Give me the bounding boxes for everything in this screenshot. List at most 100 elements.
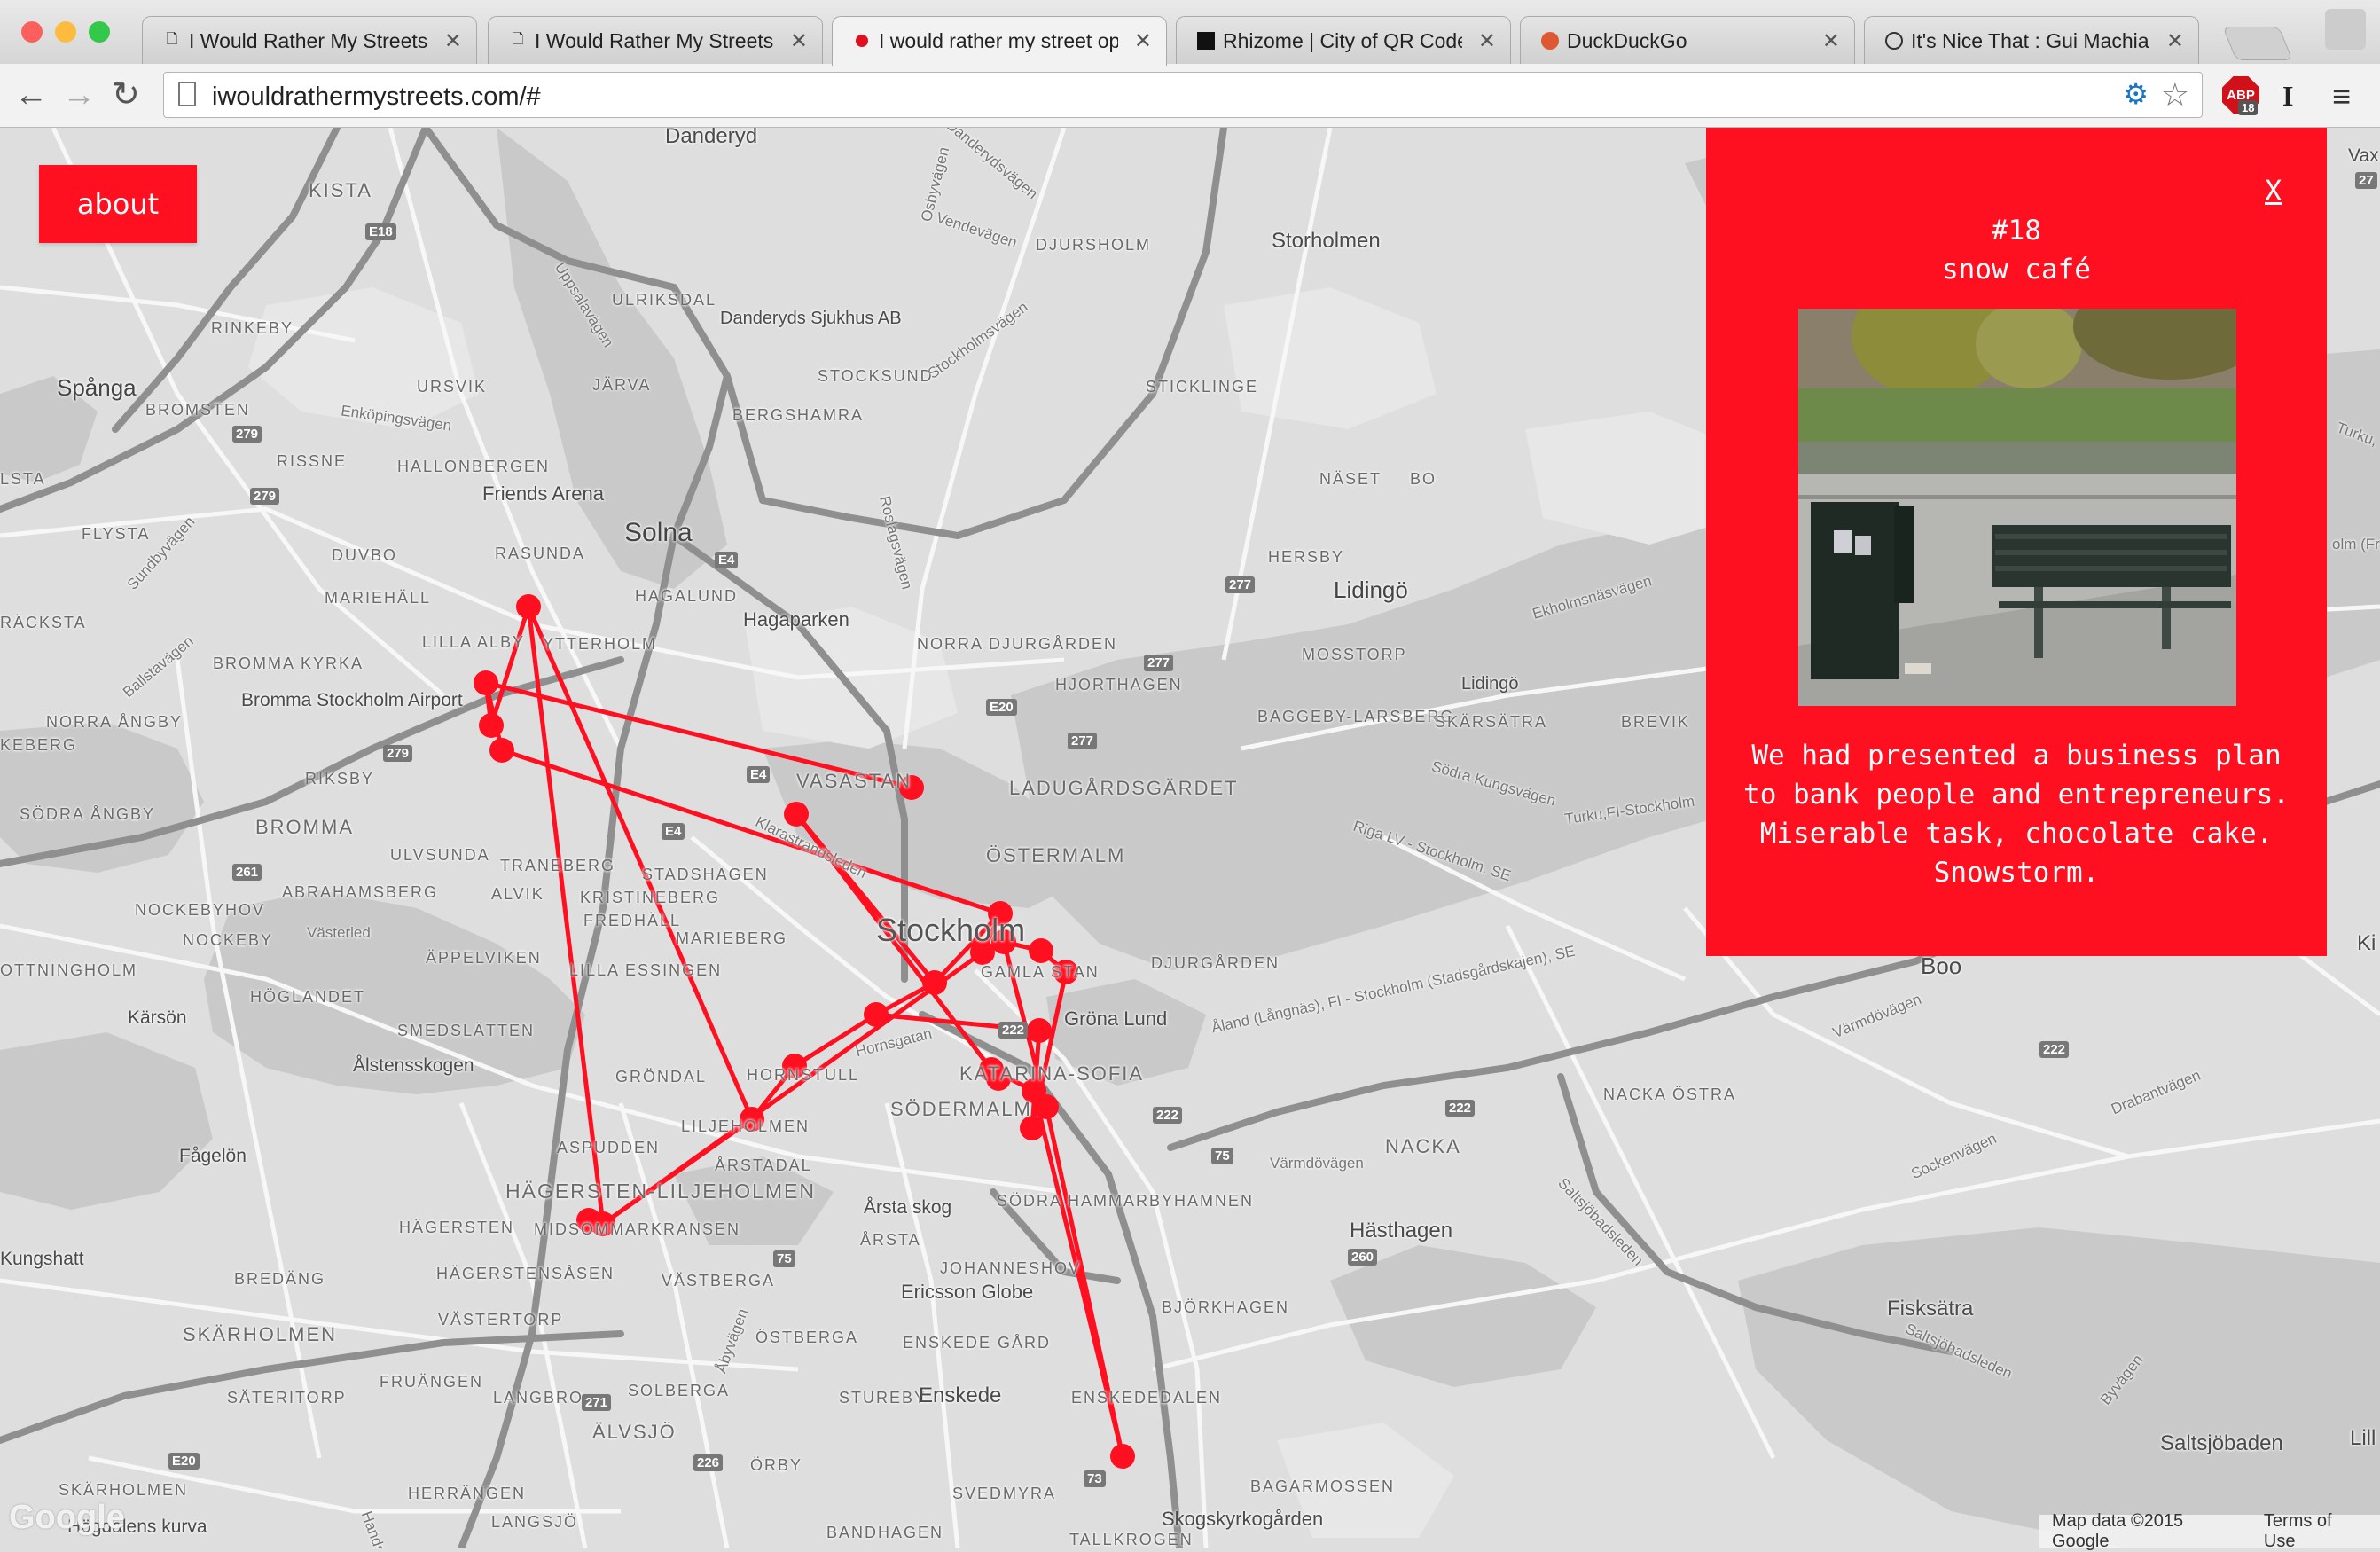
location-marker[interactable] (784, 802, 809, 827)
browser-tab-active[interactable]: I would rather my street op ✕ (832, 16, 1167, 66)
url-text[interactable]: iwouldrathermystreets.com/# (212, 82, 541, 112)
route-shield: 75 (773, 1250, 795, 1267)
route-shield: 226 (693, 1454, 724, 1471)
map-label: Kärsön (128, 1007, 187, 1028)
map-label: ABRAHAMSBERG (282, 883, 439, 901)
extension-satellite-icon[interactable]: ⚙ (2123, 77, 2149, 111)
location-marker[interactable] (864, 1002, 889, 1027)
map-label: HALLONBERGEN (397, 458, 551, 475)
route-shield: 75 (1211, 1148, 1233, 1164)
map-label: Danderyds Sjukhus AB (720, 309, 902, 328)
map-label: Enskede (919, 1383, 1002, 1407)
location-marker[interactable] (922, 970, 947, 995)
tab-close-icon[interactable]: ✕ (1478, 28, 1496, 54)
map-label: FLYSTA (82, 525, 151, 543)
map-label: ÄLVSJÖ (592, 1421, 677, 1443)
map-label: VASASTAN (796, 770, 912, 792)
back-icon[interactable]: ← (14, 74, 48, 115)
location-marker[interactable] (1029, 938, 1053, 963)
location-marker[interactable] (1034, 1094, 1059, 1119)
location-marker[interactable] (479, 713, 504, 738)
itsnicethat-icon (1884, 31, 1904, 51)
map-attribution: Map data ©2015 Google Terms of Use (2039, 1511, 2380, 1551)
map-label: HÄGERSTEN-LILJEHOLMEN (505, 1180, 817, 1203)
browser-toolbar: ← → ↻ iwouldrathermystreets.com/# ⚙ ☆ AB… (0, 64, 2380, 128)
reload-icon[interactable]: ↻ (112, 74, 140, 115)
route-shield: 271 (582, 1394, 612, 1411)
tab-title: I would rather my street op (879, 29, 1118, 52)
instapaper-icon[interactable]: I (2282, 80, 2293, 113)
browser-tab[interactable]: 🗋 I Would Rather My Streets ✕ (142, 16, 477, 64)
map-label: BREVIK (1621, 713, 1691, 731)
map-label: LILLA ESSINGEN (569, 961, 723, 979)
map-label: HÄGERSTEN (399, 1219, 515, 1236)
route-shield: 260 (1348, 1249, 1378, 1266)
tab-close-icon[interactable]: ✕ (444, 28, 462, 54)
location-marker[interactable] (489, 738, 514, 763)
profile-avatar[interactable] (2325, 9, 2366, 50)
map-label: RINKEBY (211, 319, 294, 337)
map-label: HERRÄNGEN (408, 1485, 527, 1502)
map-label: MARIEBERG (676, 929, 788, 947)
browser-tab[interactable]: Rhizome | City of QR Code ✕ (1176, 16, 1511, 64)
map-label: SOLBERGA (628, 1382, 731, 1399)
bookmark-star-icon[interactable]: ☆ (2161, 76, 2189, 114)
browser-tab[interactable]: 🗋 I Would Rather My Streets ✕ (488, 16, 823, 64)
map-label: LILJEHOLMEN (681, 1117, 810, 1135)
map-label: NORRA DJURGÅRDEN (917, 635, 1118, 653)
map-label: LSTA (0, 470, 46, 488)
route-shield: 277 (1144, 655, 1174, 671)
route-shield: 222 (2039, 1041, 2070, 1058)
duckduckgo-icon (1540, 31, 1560, 51)
map-label: Lidingö (1461, 674, 1519, 694)
map-label: SÖDRA ÅNGBY (20, 805, 156, 823)
map-label: HERSBY (1268, 548, 1345, 566)
tab-title: I Would Rather My Streets (535, 29, 774, 52)
route-shield: 27 (2355, 172, 2377, 189)
page-icon (178, 82, 196, 106)
browser-tab[interactable]: It's Nice That : Gui Machia ✕ (1864, 16, 2199, 64)
browser-tab[interactable]: DuckDuckGo ✕ (1520, 16, 1855, 64)
panel-close-button[interactable]: X (2265, 174, 2282, 208)
address-bar[interactable]: iwouldrathermystreets.com/# ⚙ ☆ (163, 72, 2203, 118)
map-label: ALVIK (491, 885, 544, 903)
map-label: BREDÄNG (234, 1270, 326, 1288)
page-icon: 🗋 (166, 31, 178, 47)
route-shield: E4 (662, 823, 685, 840)
map-label: BROMMA (255, 816, 354, 838)
tab-close-icon[interactable]: ✕ (1134, 28, 1152, 54)
route-shield: 279 (232, 426, 262, 443)
map-label: KEBERG (0, 736, 78, 754)
location-marker[interactable] (1110, 1444, 1135, 1469)
window-close-button[interactable] (21, 21, 43, 43)
location-marker[interactable] (474, 670, 498, 695)
new-tab-button[interactable] (2222, 27, 2293, 60)
terms-of-use-link[interactable]: Terms of Use (2264, 1511, 2368, 1552)
map-label: BJÖRKHAGEN (1162, 1298, 1290, 1316)
location-marker[interactable] (516, 594, 541, 619)
tab-close-icon[interactable]: ✕ (790, 28, 808, 54)
map-label: MIDSOMMARKRANSEN (534, 1220, 741, 1238)
route-shield: E20 (168, 1453, 200, 1470)
location-marker[interactable] (1027, 1018, 1052, 1043)
route-shield: 222 (998, 1022, 1029, 1039)
map-label: Värmdövägen (1270, 1155, 1364, 1172)
map-label: RISSNE (277, 452, 348, 470)
forward-icon[interactable]: → (62, 74, 96, 115)
browser-menu-icon[interactable]: ≡ (2332, 78, 2351, 115)
map-label: HÖGLANDET (250, 988, 366, 1006)
window-zoom-button[interactable] (89, 21, 110, 43)
map-label: URSVIK (417, 378, 488, 396)
about-button[interactable]: about (39, 165, 197, 243)
map-label: HAGALUND (635, 587, 739, 605)
map-label: LILLA ALBY (422, 633, 526, 651)
map-label: Västerled (307, 924, 371, 941)
window-minimize-button[interactable] (55, 21, 76, 43)
page-icon: 🗋 (512, 31, 524, 47)
route-shield: 261 (232, 864, 262, 881)
map-label: JÄRVA (592, 376, 652, 394)
tab-close-icon[interactable]: ✕ (2166, 28, 2184, 54)
map-label: FREDHÄLL (583, 912, 682, 929)
tab-close-icon[interactable]: ✕ (1822, 28, 1840, 54)
map-label: Friends Arena (482, 482, 604, 505)
